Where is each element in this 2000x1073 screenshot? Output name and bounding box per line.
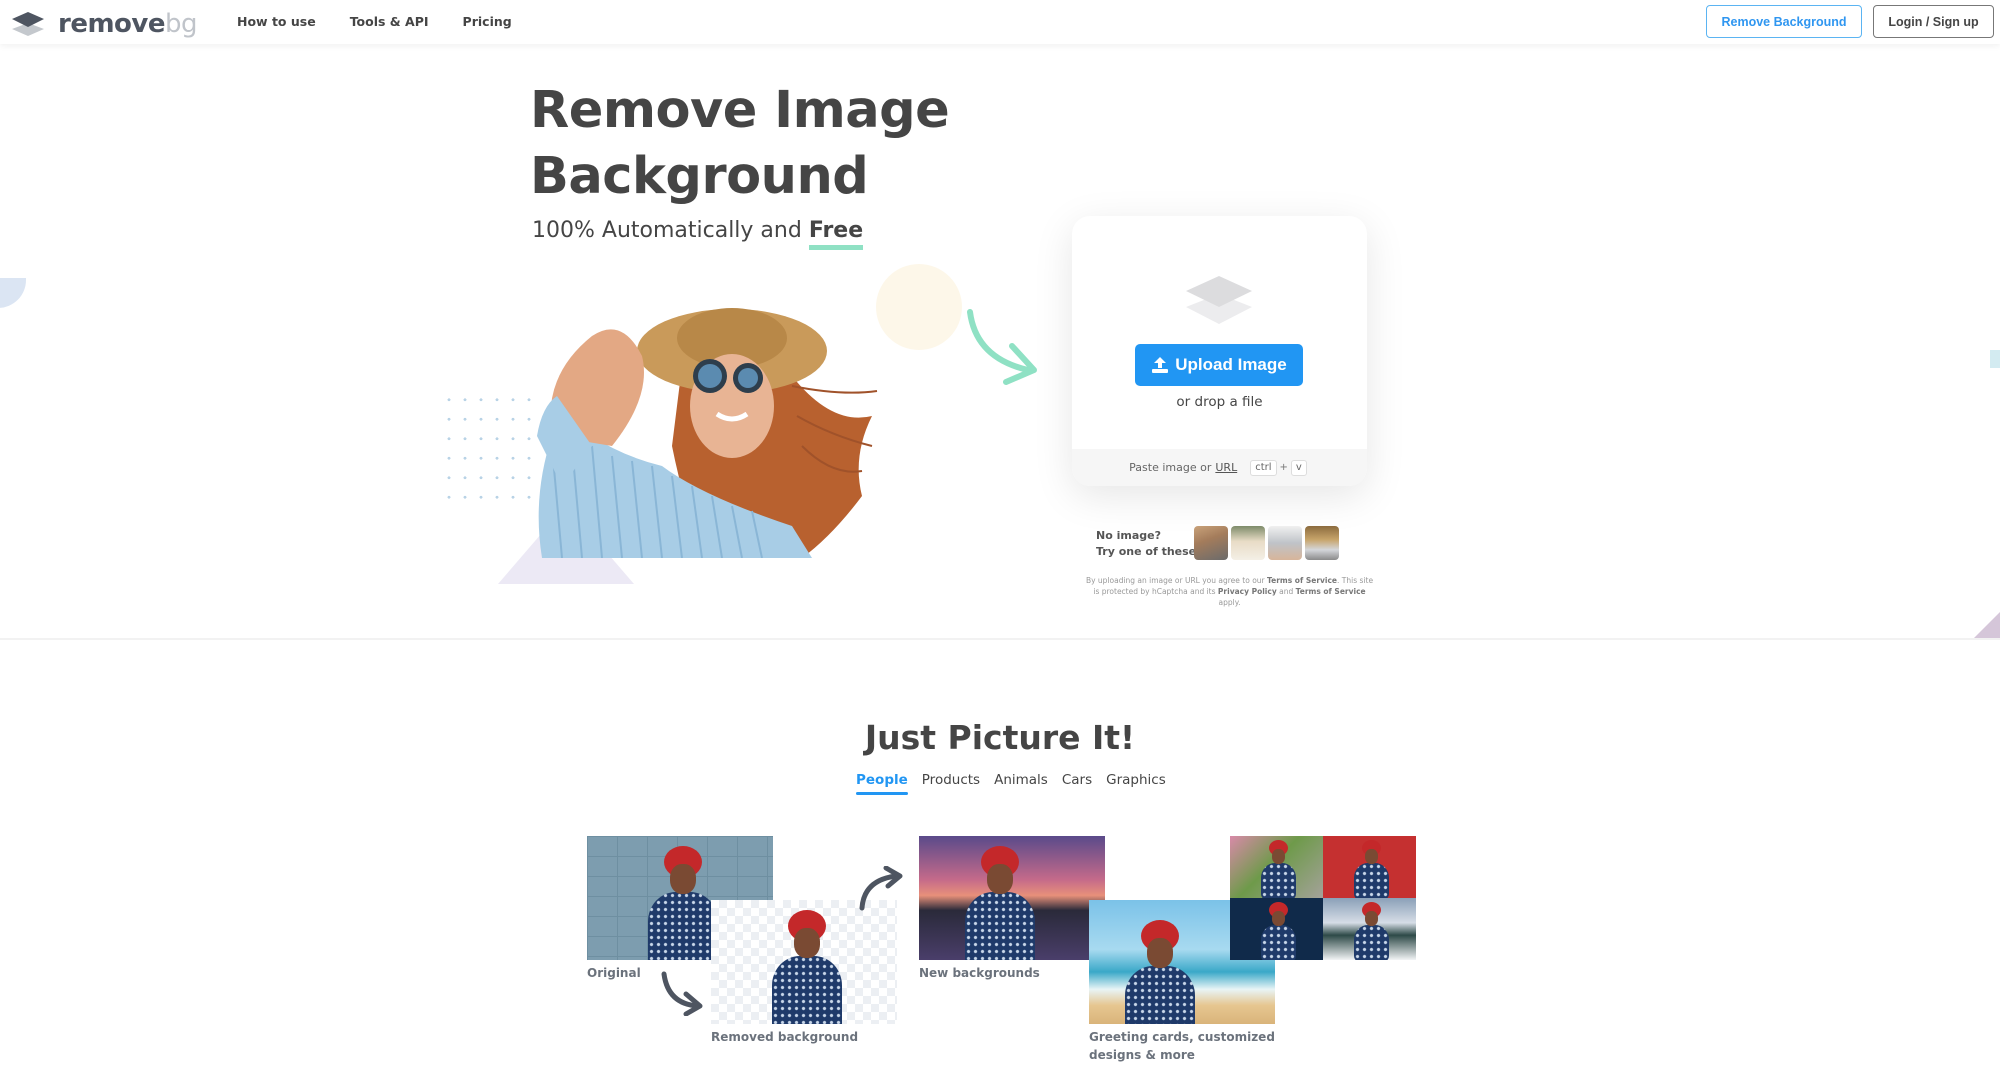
paste-bar: Paste image or URL ctrl + v xyxy=(1072,449,1367,486)
login-signup-button[interactable]: Login / Sign up xyxy=(1873,5,1994,38)
hero-subtitle-text: 100% Automatically and xyxy=(532,218,809,243)
caption-original: Original xyxy=(587,966,641,980)
example-grid-snow xyxy=(1323,898,1416,960)
upload-icon xyxy=(1152,357,1169,373)
sample-label-line1: No image? xyxy=(1096,529,1161,542)
caption-greeting-line1: Greeting cards, customized xyxy=(1089,1030,1275,1044)
legal-notice: By uploading an image or URL you agree t… xyxy=(1082,575,1377,608)
paste-url-link[interactable]: URL xyxy=(1215,461,1237,474)
decorative-dot-grid xyxy=(441,390,541,515)
logo[interactable]: removebg xyxy=(10,9,198,39)
legal-text: and xyxy=(1276,587,1296,596)
tab-graphics[interactable]: Graphics xyxy=(1106,772,1166,792)
sample-thumb-car[interactable] xyxy=(1305,526,1339,560)
layers-logo-icon xyxy=(12,12,44,36)
sample-thumbnails xyxy=(1194,526,1339,560)
section-divider xyxy=(0,638,2000,640)
legal-text: By uploading an image or URL you agree t… xyxy=(1085,576,1268,585)
caption-greeting-line2: designs & more xyxy=(1089,1048,1195,1062)
arrow-up-right-icon xyxy=(859,866,903,911)
sample-label-line2: Try one of these: xyxy=(1096,545,1201,558)
decorative-half-circle xyxy=(0,278,26,308)
kbd-v: v xyxy=(1290,459,1307,476)
person-figure xyxy=(766,910,846,1024)
person-figure xyxy=(1258,902,1298,960)
caption-greeting-cards: Greeting cards, customized designs & mor… xyxy=(1089,1028,1275,1064)
kbd-ctrl: ctrl xyxy=(1250,459,1277,476)
hcaptcha-terms-link[interactable]: Terms of Service xyxy=(1296,587,1366,596)
tab-products[interactable]: Products xyxy=(922,772,980,792)
example-grid-red xyxy=(1323,836,1416,898)
kbd-plus: + xyxy=(1279,462,1288,473)
logo-text: removebg xyxy=(58,9,198,39)
example-removed-background-image xyxy=(711,900,897,1024)
upload-card[interactable]: Upload Image or drop a file Paste image … xyxy=(1072,216,1367,486)
arrow-down-right-icon xyxy=(661,971,703,1016)
upload-image-button[interactable]: Upload Image xyxy=(1135,344,1303,386)
nav-pricing[interactable]: Pricing xyxy=(463,14,512,29)
caption-new-backgrounds: New backgrounds xyxy=(919,966,1040,980)
tab-people[interactable]: People xyxy=(856,772,908,795)
hero-title: Remove Image Background xyxy=(530,78,950,210)
layers-icon xyxy=(1186,276,1252,324)
hero-photo-woman-hat xyxy=(537,308,878,558)
legal-text: apply. xyxy=(1218,598,1241,607)
category-tabs: People Products Animals Cars Graphics xyxy=(856,772,1166,795)
decorative-rect xyxy=(1990,350,2000,368)
terms-link[interactable]: Terms of Service xyxy=(1267,576,1337,585)
tab-animals[interactable]: Animals xyxy=(994,772,1048,792)
hero-subtitle-emphasis: Free xyxy=(808,218,864,250)
sample-thumb-laptop[interactable] xyxy=(1268,526,1302,560)
drop-file-text: or drop a file xyxy=(1176,394,1263,410)
example-new-background-image xyxy=(919,836,1105,960)
decorative-triangle-right xyxy=(1972,612,2000,640)
caption-removed-background: Removed background xyxy=(711,1030,859,1044)
example-grid-garden xyxy=(1230,836,1323,898)
showcase-title: Just Picture It! xyxy=(864,718,1136,757)
upload-image-label: Upload Image xyxy=(1175,355,1287,374)
nav-how-to-use[interactable]: How to use xyxy=(237,14,316,29)
hero-title-line2: Background xyxy=(530,147,869,206)
person-figure xyxy=(1351,902,1391,960)
green-arrow-icon xyxy=(967,309,1037,385)
nav-tools-api[interactable]: Tools & API xyxy=(350,14,429,29)
decorative-circle xyxy=(876,264,962,350)
tab-cars[interactable]: Cars xyxy=(1062,772,1092,792)
person-figure xyxy=(1119,920,1199,1024)
remove-background-button[interactable]: Remove Background xyxy=(1706,5,1862,38)
person-figure xyxy=(1258,840,1298,898)
hero-title-line1: Remove Image xyxy=(530,81,950,140)
paste-text: Paste image or xyxy=(1129,461,1212,474)
person-figure xyxy=(959,846,1039,960)
top-navbar: removebg How to use Tools & API Pricing … xyxy=(0,0,2000,44)
person-figure xyxy=(1351,840,1391,898)
hero-subtitle: 100% Automatically and Free xyxy=(532,218,864,250)
privacy-policy-link[interactable]: Privacy Policy xyxy=(1218,587,1277,596)
sample-thumb-dog[interactable] xyxy=(1231,526,1265,560)
sample-thumb-woman[interactable] xyxy=(1194,526,1228,560)
person-figure xyxy=(642,846,722,960)
sample-images-label: No image? Try one of these: xyxy=(1096,528,1201,560)
main-nav: How to use Tools & API Pricing xyxy=(237,14,546,29)
example-grid-navy xyxy=(1230,898,1323,960)
